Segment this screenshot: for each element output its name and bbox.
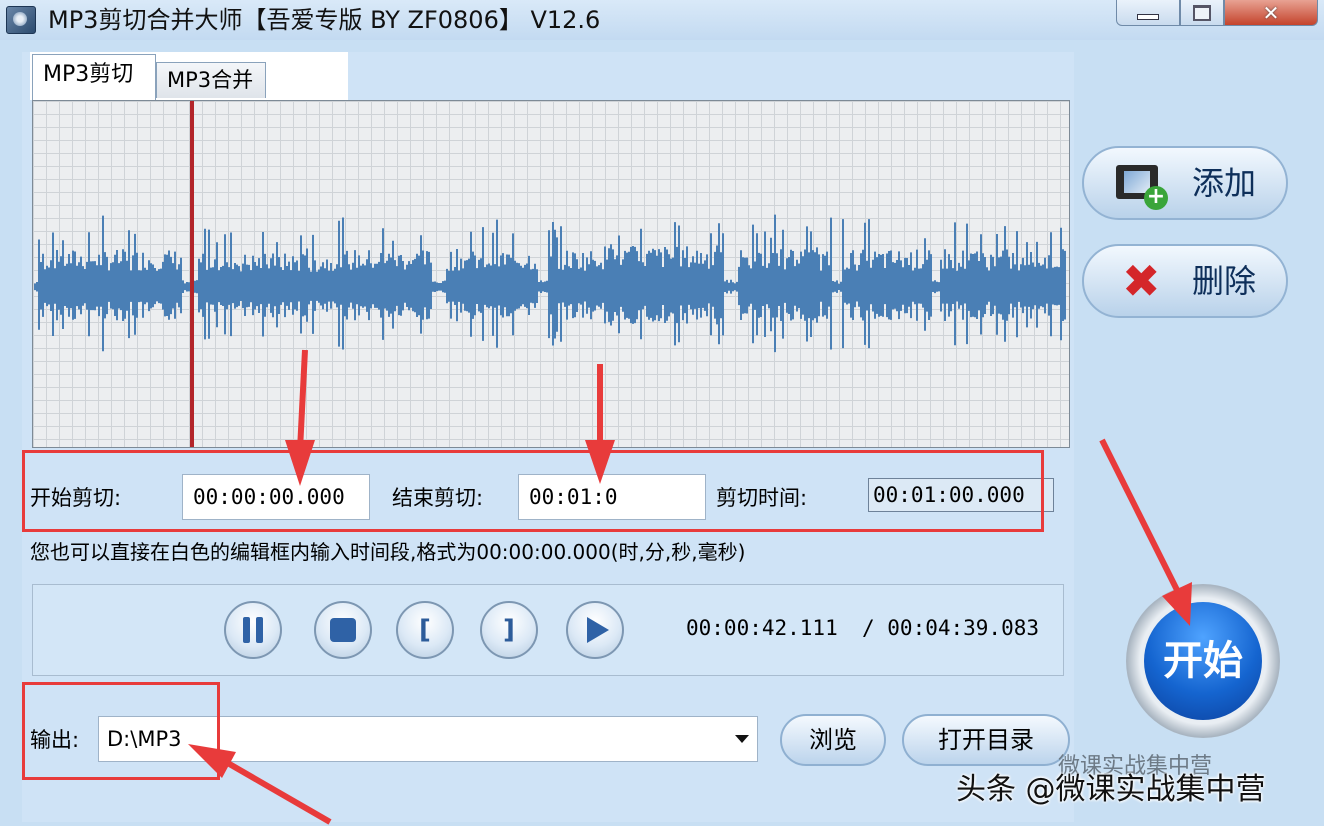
tab-mp3-cut[interactable]: MP3剪切 bbox=[32, 54, 156, 100]
arrow-start-cut bbox=[297, 349, 308, 451]
arrow-output-head bbox=[188, 744, 236, 778]
watermark: 头条 @微课实战集中营 bbox=[956, 772, 1266, 807]
arrow-start bbox=[1099, 438, 1183, 598]
arrow-start-cut-head bbox=[285, 440, 315, 486]
annotation-arrows bbox=[188, 349, 1192, 825]
arrow-end-cut-head bbox=[585, 440, 615, 484]
arrow-output bbox=[224, 759, 332, 825]
